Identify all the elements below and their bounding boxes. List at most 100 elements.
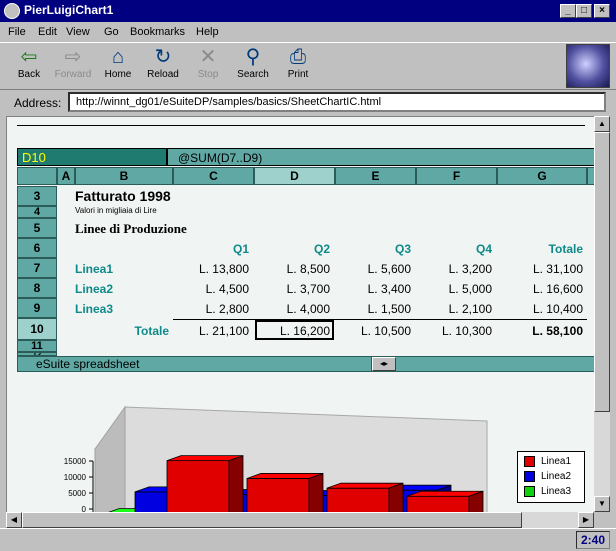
menu-help[interactable]: Help bbox=[196, 26, 219, 38]
back-button[interactable]: ⇦ Back bbox=[4, 45, 54, 87]
table-cell[interactable]: L. 5,000 bbox=[416, 282, 492, 296]
row-header-6[interactable]: 6 bbox=[17, 238, 57, 258]
chart-y-axis: 15000 10000 5000 0 bbox=[64, 457, 94, 512]
chart-bar bbox=[166, 455, 244, 512]
total-label[interactable]: Totale bbox=[75, 324, 169, 338]
scroll-left-button[interactable]: ◀ bbox=[6, 512, 22, 528]
stop-icon: ✕ bbox=[199, 46, 217, 68]
table-cell[interactable]: L. 58,100 bbox=[497, 324, 583, 338]
horizontal-rule bbox=[17, 125, 585, 126]
header-q1[interactable]: Q1 bbox=[173, 242, 249, 256]
app-icon[interactable] bbox=[4, 3, 20, 19]
table-cell[interactable]: L. 8,500 bbox=[254, 262, 330, 276]
header-q3[interactable]: Q3 bbox=[335, 242, 411, 256]
table-cell[interactable]: L. 21,100 bbox=[173, 324, 249, 338]
home-button[interactable]: ⌂ Home bbox=[93, 45, 143, 87]
formula-bar[interactable]: @SUM(D7..D9) bbox=[167, 148, 594, 166]
table-cell[interactable]: L. 31,100 bbox=[497, 262, 583, 276]
search-button[interactable]: ⚲ Search bbox=[228, 45, 278, 87]
row-header-5[interactable]: 5 bbox=[17, 218, 57, 238]
col-header-c[interactable]: C bbox=[173, 167, 254, 185]
col-header-e[interactable]: E bbox=[335, 167, 416, 185]
menu-bookmarks[interactable]: Bookmarks bbox=[130, 26, 185, 38]
line-name[interactable]: Linea2 bbox=[75, 282, 113, 296]
chart-bar bbox=[246, 472, 324, 512]
reload-label: Reload bbox=[147, 69, 179, 80]
reload-icon: ↻ bbox=[154, 46, 172, 68]
scroll-down-button[interactable]: ▼ bbox=[594, 496, 610, 512]
col-header-more[interactable] bbox=[587, 167, 594, 185]
spreadsheet-scroll-thumb[interactable]: ◂▸ bbox=[372, 357, 396, 371]
chart-bar bbox=[326, 482, 404, 512]
table-cell[interactable]: L. 10,400 bbox=[497, 302, 583, 316]
spreadsheet[interactable]: D10 @SUM(D7..D9) A B C D E F G 3 4 5 6 7… bbox=[17, 148, 594, 374]
window-title: PierLuigiChart1 bbox=[24, 3, 114, 17]
spreadsheet-hscroll[interactable] bbox=[372, 356, 594, 372]
stop-button[interactable]: ✕ Stop bbox=[183, 45, 233, 87]
home-label: Home bbox=[104, 69, 132, 80]
header-q2[interactable]: Q2 bbox=[254, 242, 330, 256]
section-title[interactable]: Linee di Produzione bbox=[75, 221, 187, 237]
home-icon: ⌂ bbox=[111, 46, 125, 68]
col-header-a[interactable]: A bbox=[57, 167, 75, 185]
table-cell[interactable]: L. 1,500 bbox=[335, 302, 411, 316]
address-input[interactable]: http://winnt_dg01/eSuiteDP/samples/basic… bbox=[68, 92, 606, 112]
corner-header[interactable] bbox=[17, 167, 57, 185]
print-button[interactable]: ⎙ Print bbox=[273, 45, 323, 87]
y-axis-tick-label: 0 bbox=[82, 505, 87, 512]
legend-swatch bbox=[524, 486, 535, 497]
title-bar[interactable]: PierLuigiChart1 _ □ × bbox=[0, 0, 616, 22]
table-cell[interactable]: L. 3,400 bbox=[335, 282, 411, 296]
maximize-button[interactable]: □ bbox=[576, 4, 592, 18]
table-cell[interactable]: L. 3,200 bbox=[416, 262, 492, 276]
table-cell[interactable]: L. 2,100 bbox=[416, 302, 492, 316]
row-header-10[interactable]: 10 bbox=[17, 318, 57, 340]
reload-button[interactable]: ↻ Reload bbox=[138, 45, 188, 87]
table-cell[interactable]: L. 4,000 bbox=[254, 302, 330, 316]
horizontal-scroll-thumb[interactable] bbox=[22, 512, 522, 528]
row-header-9[interactable]: 9 bbox=[17, 298, 57, 318]
header-totale[interactable]: Totale bbox=[497, 242, 583, 256]
cell-reference[interactable]: D10 bbox=[17, 148, 167, 166]
line-name[interactable]: Linea1 bbox=[75, 262, 113, 276]
menu-view[interactable]: View bbox=[66, 26, 90, 38]
table-cell[interactable]: L. 10,300 bbox=[416, 324, 492, 338]
sheet-title[interactable]: Fatturato 1998 bbox=[75, 188, 171, 204]
col-header-g[interactable]: G bbox=[497, 167, 587, 185]
scroll-up-button[interactable]: ▲ bbox=[594, 116, 610, 132]
y-axis-tick-label: 15000 bbox=[64, 457, 87, 466]
close-button[interactable]: × bbox=[594, 4, 610, 18]
menu-bar: File Edit View Go Bookmarks Help bbox=[0, 22, 616, 42]
bar-front bbox=[246, 478, 310, 512]
line-name[interactable]: Linea3 bbox=[75, 302, 113, 316]
forward-button[interactable]: ⇨ Forward bbox=[48, 45, 98, 87]
col-header-f[interactable]: F bbox=[416, 167, 497, 185]
scroll-right-button[interactable]: ▶ bbox=[578, 512, 594, 528]
row-header-3[interactable]: 3 bbox=[17, 186, 57, 206]
menu-go[interactable]: Go bbox=[104, 26, 119, 38]
row-header-4[interactable]: 4 bbox=[17, 206, 57, 218]
col-header-d[interactable]: D bbox=[254, 167, 335, 185]
row-header-7[interactable]: 7 bbox=[17, 258, 57, 278]
table-cell[interactable]: L. 13,800 bbox=[173, 262, 249, 276]
table-cell[interactable]: L. 2,800 bbox=[173, 302, 249, 316]
vertical-scroll-thumb[interactable] bbox=[594, 132, 610, 412]
menu-edit[interactable]: Edit bbox=[38, 26, 57, 38]
table-cell[interactable]: L. 16,200 bbox=[254, 324, 330, 338]
sheet-subtitle[interactable]: Valori in migliaia di Lire bbox=[75, 206, 157, 215]
nav-toolbar: ⇦ Back ⇨ Forward ⌂ Home ↻ Reload ✕ Stop … bbox=[0, 42, 616, 90]
minimize-button[interactable]: _ bbox=[560, 4, 576, 18]
row-header-8[interactable]: 8 bbox=[17, 278, 57, 298]
menu-file[interactable]: File bbox=[8, 26, 26, 38]
row-header-11[interactable]: 11 bbox=[17, 340, 57, 352]
table-cell[interactable]: L. 4,500 bbox=[173, 282, 249, 296]
legend-item: Linea2 bbox=[524, 471, 571, 482]
status-clock: 2:40 bbox=[576, 531, 610, 549]
header-q4[interactable]: Q4 bbox=[416, 242, 492, 256]
table-cell[interactable]: L. 16,600 bbox=[497, 282, 583, 296]
table-cell[interactable]: L. 5,600 bbox=[335, 262, 411, 276]
forward-label: Forward bbox=[54, 69, 92, 80]
table-cell[interactable]: L. 3,700 bbox=[254, 282, 330, 296]
col-header-b[interactable]: B bbox=[75, 167, 173, 185]
table-cell[interactable]: L. 10,500 bbox=[335, 324, 411, 338]
